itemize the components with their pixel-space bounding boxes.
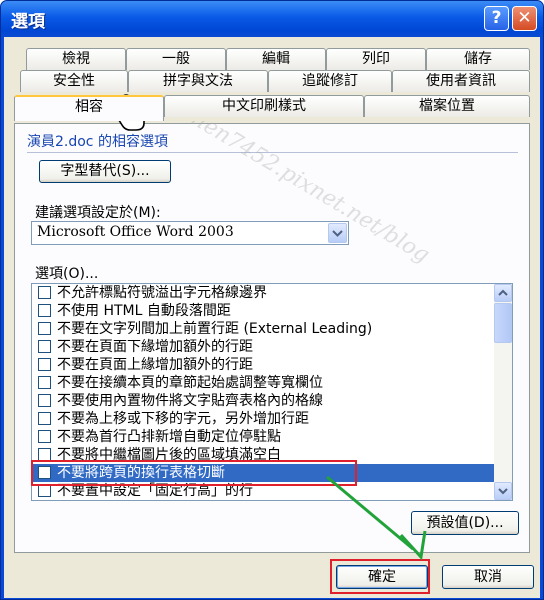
option-row[interactable]: 不使用 HTML 自動段落間距 [32, 302, 494, 320]
help-button[interactable]: ? [484, 6, 509, 31]
options-label: 選項(O)... [35, 266, 99, 282]
option-checkbox[interactable] [38, 286, 51, 299]
font-substitution-button[interactable]: 字型替代(S)... [39, 160, 171, 183]
chevron-down-icon[interactable] [328, 223, 347, 243]
scroll-down-icon[interactable] [494, 482, 512, 500]
option-label: 不要在頁面下緣增加額外的行距 [57, 339, 253, 355]
option-checkbox[interactable] [38, 304, 51, 317]
option-row[interactable]: 不要在頁面上緣增加額外的行距 [32, 356, 494, 374]
option-checkbox[interactable] [38, 340, 51, 353]
green-arrow [326, 475, 427, 561]
option-row[interactable]: 不要在文字列間加上前置行距 (External Leading) [32, 320, 494, 338]
option-label: 不要在接續本頁的章節起始處調整等寬欄位 [57, 375, 323, 391]
tab-security[interactable]: 安全性 [20, 70, 128, 92]
tab-track-changes[interactable]: 追蹤修訂 [268, 70, 392, 92]
tab-compatibility[interactable]: 相容 [14, 95, 164, 121]
scroll-thumb[interactable] [494, 303, 512, 343]
heading-divider [27, 152, 518, 153]
tab-file-locations[interactable]: 檔案位置 [364, 95, 530, 117]
option-label: 不要為首行凸排新增自動定位停駐點 [57, 429, 281, 445]
option-label: 不要在頁面上緣增加額外的行距 [57, 357, 253, 373]
tab-edit[interactable]: 編輯 [226, 48, 326, 70]
option-row[interactable]: 不允許標點符號溢出字元格線邊界 [32, 284, 494, 302]
option-checkbox[interactable] [38, 322, 51, 335]
recommend-select[interactable]: Microsoft Office Word 2003 [31, 221, 349, 245]
option-checkbox[interactable] [38, 394, 51, 407]
option-checkbox[interactable] [38, 376, 51, 389]
option-label: 不要為上移或下移的字元，另外增加行距 [57, 411, 309, 427]
option-row[interactable]: 不要使用內置物件將文字貼齊表格內的格線 [32, 392, 494, 410]
scroll-up-icon[interactable] [494, 284, 512, 302]
title-bar[interactable]: 選項 ? ✕ [1, 1, 543, 37]
option-row[interactable]: 不要在頁面下緣增加額外的行距 [32, 338, 494, 356]
tab-general[interactable]: 一般 [126, 48, 226, 70]
option-label: 不允許標點符號溢出字元格線邊界 [57, 285, 267, 301]
option-label: 不要在文字列間加上前置行距 (External Leading) [57, 321, 373, 337]
option-checkbox[interactable] [38, 430, 51, 443]
dialog-title: 選項 [11, 12, 45, 32]
option-row[interactable]: 不要為上移或下移的字元，另外增加行距 [32, 410, 494, 428]
recommend-label: 建議選項設定於(M): [35, 205, 161, 221]
option-checkbox[interactable] [38, 358, 51, 371]
option-label: 不使用 HTML 自動段落間距 [57, 303, 231, 319]
option-row[interactable]: 不要在接續本頁的章節起始處調整等寬欄位 [32, 374, 494, 392]
tab-print[interactable]: 列印 [326, 48, 426, 70]
cancel-button[interactable]: 取消 [442, 565, 534, 589]
close-button[interactable]: ✕ [512, 6, 537, 31]
tab-save[interactable]: 儲存 [426, 48, 530, 70]
tab-chinese-typography[interactable]: 中文印刷樣式 [164, 95, 364, 117]
options-dialog: 選項 ? ✕ 檢視 一般 編輯 列印 儲存 安全性 拼字與文法 追蹤修訂 使用者… [0, 0, 544, 600]
recommend-select-value: Microsoft Office Word 2003 [37, 224, 234, 240]
tab-view[interactable]: 檢視 [26, 48, 126, 70]
tab-user-info[interactable]: 使用者資訊 [392, 70, 530, 92]
highlight-box-option [31, 460, 357, 486]
panel-heading: 演員2.doc 的相容選項 [27, 134, 168, 150]
tab-spelling-grammar[interactable]: 拼字與文法 [128, 70, 268, 92]
option-label: 不要使用內置物件將文字貼齊表格內的格線 [57, 393, 323, 409]
option-checkbox[interactable] [38, 412, 51, 425]
option-row[interactable]: 不要為首行凸排新增自動定位停駐點 [32, 428, 494, 446]
options-scrollbar[interactable] [494, 284, 512, 500]
dialog-client-area: 檢視 一般 編輯 列印 儲存 安全性 拼字與文法 追蹤修訂 使用者資訊 相容 中… [4, 37, 540, 598]
